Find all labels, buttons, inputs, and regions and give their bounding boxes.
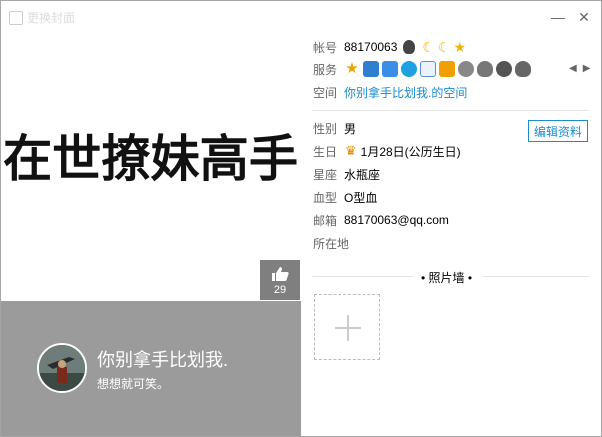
blood-value: O型血	[344, 190, 378, 205]
services-pager: ◀ ▶	[569, 63, 590, 74]
gender-row: 性别 男	[313, 118, 356, 138]
star-service-icon[interactable]: ★	[344, 61, 360, 77]
camera-service-icon[interactable]	[363, 61, 379, 77]
zodiac-value: 水瓶座	[344, 167, 381, 182]
change-cover-button[interactable]: 更换封面	[9, 9, 75, 26]
thumbs-up-icon	[272, 267, 289, 281]
penguin-gray-service-icon[interactable]	[515, 61, 531, 77]
nickname: 你别拿手比划我.	[97, 350, 229, 370]
moon-icon: ☾	[437, 38, 451, 55]
divider	[483, 276, 589, 277]
email-label: 邮箱	[313, 213, 338, 228]
avatar[interactable]	[37, 343, 87, 393]
birthday-row: 生日 ♛ 1月28日(公历生日)	[313, 141, 461, 161]
refresh-service-icon[interactable]	[401, 61, 417, 77]
cover-panel: 更换封面 在世撩妹高手 29 你别拿手比划我. 想想就可笑。	[1, 1, 301, 436]
email-value: 88170063@qq.com	[344, 213, 449, 227]
like-button[interactable]: 29	[260, 260, 300, 300]
avatar-image	[39, 345, 85, 391]
divider	[313, 276, 413, 277]
services-label: 服务	[313, 62, 338, 77]
account-number: 88170063	[344, 40, 398, 54]
next-arrow-icon[interactable]: ▶	[583, 63, 591, 74]
zodiac-row: 星座 水瓶座	[313, 164, 380, 184]
moon-icon: ☾	[422, 38, 435, 55]
email-row: 邮箱 88170063@qq.com	[313, 210, 449, 230]
wallet-service-icon[interactable]	[439, 61, 455, 77]
location-label: 所在地	[313, 236, 350, 251]
diamond-service-icon[interactable]	[496, 61, 512, 77]
qq-level-icon	[403, 40, 416, 54]
minimize-button[interactable]: —	[551, 10, 565, 24]
gender-value: 男	[344, 121, 357, 136]
cake-icon: ♛	[345, 143, 357, 158]
calligraphy-text: 在世撩妹高手	[3, 129, 298, 188]
edit-profile-button[interactable]: 编辑资料	[528, 120, 588, 142]
services-row: 服务 ★	[313, 59, 531, 79]
birthday-label: 生日	[313, 144, 338, 159]
mail-service-icon[interactable]	[420, 61, 436, 77]
add-photo-button[interactable]	[314, 294, 380, 360]
close-button[interactable]: ✕	[577, 10, 591, 24]
like-count: 29	[273, 284, 287, 296]
skin-icon	[9, 10, 23, 25]
cover-calligraphy: 在世撩妹高手	[3, 129, 298, 188]
photo-wall-header: • 照片墙 •	[313, 267, 589, 287]
birthday-value: 1月28日(公历生日)	[360, 144, 461, 159]
blood-label: 血型	[313, 190, 338, 205]
space-link[interactable]: 你别拿手比划我.的空间	[344, 84, 467, 101]
profile-band: 你别拿手比划我. 想想就可笑。	[1, 301, 301, 436]
star-icon: ★	[453, 38, 467, 55]
photo-wall-title: • 照片墙 •	[421, 271, 473, 285]
account-label: 帐号	[313, 40, 338, 55]
zodiac-label: 星座	[313, 167, 338, 182]
signature: 想想就可笑。	[97, 377, 170, 391]
penguin-service-icon[interactable]	[477, 61, 493, 77]
profile-window: 更换封面 在世撩妹高手 29 你别拿手比划我. 想想就可笑。 — ✕ 帐号 88…	[0, 0, 602, 437]
location-row: 所在地	[313, 233, 349, 253]
space-label: 空间	[313, 85, 338, 100]
services-icons: ★	[344, 61, 531, 77]
shield-service-icon[interactable]	[382, 61, 398, 77]
blood-row: 血型 O型血	[313, 187, 377, 207]
space-row: 空间 你别拿手比划我.的空间	[313, 82, 467, 102]
gender-label: 性别	[313, 121, 338, 136]
divider	[313, 110, 589, 111]
change-cover-label: 更换封面	[27, 11, 76, 25]
heart-service-icon[interactable]	[458, 61, 474, 77]
account-row: 帐号 88170063 ☾ ☾ ★	[313, 37, 466, 57]
prev-arrow-icon[interactable]: ◀	[569, 63, 577, 74]
level-badges[interactable]: ☾ ☾ ★	[403, 39, 466, 56]
